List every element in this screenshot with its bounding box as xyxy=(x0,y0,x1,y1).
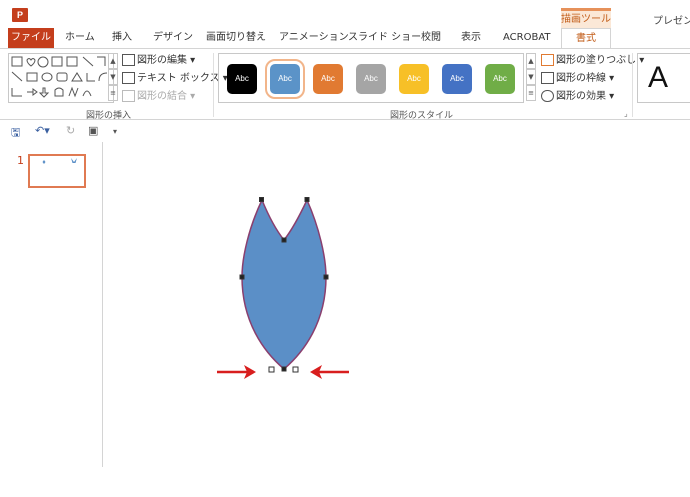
edit-shape-icon xyxy=(122,54,135,66)
shape-fill-button[interactable]: 図形の塗りつぶし ▾ xyxy=(541,53,644,69)
slide-thumbnail[interactable] xyxy=(28,154,86,188)
group-separator xyxy=(213,53,214,117)
powerpoint-app-icon[interactable]: P xyxy=(12,8,28,22)
undo-icon[interactable]: ↶▾ xyxy=(35,124,50,137)
paint-bucket-icon xyxy=(541,54,554,66)
style-swatch-2[interactable]: Abc xyxy=(313,64,343,94)
style-swatch-1[interactable]: Abc xyxy=(265,59,305,99)
styles-gallery-scroll-down[interactable]: ▼ xyxy=(526,69,536,85)
tab-slideshow[interactable]: スライド ショー xyxy=(348,28,421,48)
tab-home[interactable]: ホーム xyxy=(65,28,95,48)
slide-drawing xyxy=(217,197,349,379)
wordart-style-preview[interactable]: A xyxy=(637,53,690,103)
tab-transitions[interactable]: 画面切り替え xyxy=(206,28,266,48)
pen-icon xyxy=(541,72,554,84)
insert-shapes-group-label: 図形の挿入 xyxy=(86,111,132,121)
dialog-launcher-icon[interactable]: ⌟ xyxy=(624,109,628,118)
shapes-gallery-scroll-up[interactable]: ▲ xyxy=(108,53,118,69)
slide-canvas[interactable] xyxy=(104,142,690,497)
shapes-gallery-more[interactable]: ≡ xyxy=(108,85,118,101)
style-swatch-6[interactable]: Abc xyxy=(485,64,515,94)
tab-file[interactable]: ファイル xyxy=(8,28,54,48)
window-title: プレゼンテ xyxy=(653,16,690,27)
tulip-shape[interactable] xyxy=(241,198,327,370)
style-swatch-3[interactable]: Abc xyxy=(356,64,386,94)
slide-thumbnail-preview xyxy=(42,158,77,164)
style-swatch-0[interactable]: Abc xyxy=(227,64,257,94)
shape-styles-group-label: 図形のスタイル xyxy=(390,111,454,121)
tab-insert[interactable]: 挿入 xyxy=(112,28,132,48)
tab-review[interactable]: 校閲 xyxy=(421,28,441,48)
effects-icon xyxy=(541,90,554,102)
shape-styles-gallery[interactable]: Abc Abc Abc Abc Abc Abc Abc xyxy=(218,53,524,103)
shapes-gallery-icons xyxy=(11,56,108,98)
tab-design[interactable]: デザイン xyxy=(153,28,193,48)
drawing-tools-context-header: 描画ツール xyxy=(561,8,611,29)
ribbon-tab-bar: ファイル ホーム 挿入 デザイン 画面切り替え アニメーション スライド ショー… xyxy=(0,28,690,49)
text-box-button[interactable]: テキスト ボックス ▾ xyxy=(122,71,228,87)
text-box-label: テキスト ボックス xyxy=(137,73,220,84)
shape-effects-label: 図形の効果 xyxy=(556,91,606,102)
save-icon[interactable]: 🖫 xyxy=(11,124,20,143)
quick-access-toolbar: 🖫 ↶▾ ↻ ▣ ▾ xyxy=(0,121,690,141)
style-swatch-4[interactable]: Abc xyxy=(399,64,429,94)
shape-fill-label: 図形の塗りつぶし xyxy=(556,55,637,66)
merge-shapes-label: 図形の結合 xyxy=(137,91,187,102)
merge-shapes-button[interactable]: 図形の結合 ▾ xyxy=(122,89,195,105)
tab-view[interactable]: 表示 xyxy=(461,28,481,48)
style-swatch-5[interactable]: Abc xyxy=(442,64,472,94)
tab-acrobat[interactable]: ACROBAT xyxy=(503,28,551,48)
tab-format[interactable]: 書式 xyxy=(561,28,611,49)
customize-toolbar-icon[interactable]: ▾ xyxy=(113,127,117,136)
shape-outline-label: 図形の枠線 xyxy=(556,73,606,84)
shapes-gallery[interactable] xyxy=(8,53,114,103)
group-separator xyxy=(632,53,633,117)
styles-gallery-more[interactable]: ≡ xyxy=(526,85,536,101)
edit-shape-button[interactable]: 図形の編集 ▾ xyxy=(122,53,195,69)
ribbon: ▲ ▼ ≡ 図形の編集 ▾ テキスト ボックス ▾ 図形の結合 ▾ 図形の挿入 … xyxy=(0,48,690,121)
slide-number: 1 xyxy=(17,154,24,167)
edit-shape-label: 図形の編集 xyxy=(137,55,187,66)
styles-gallery-scroll-up[interactable]: ▲ xyxy=(526,53,536,69)
text-box-icon xyxy=(122,72,135,84)
shape-effects-button[interactable]: 図形の効果 ▾ xyxy=(541,89,614,105)
merge-shapes-icon xyxy=(122,90,135,102)
title-bar: P 描画ツール プレゼンテ xyxy=(0,0,690,29)
shape-outline-button[interactable]: 図形の枠線 ▾ xyxy=(541,71,614,87)
redo-icon[interactable]: ↻ xyxy=(66,124,75,137)
start-slideshow-icon[interactable]: ▣ xyxy=(88,124,98,137)
slide-thumbnail-pane: 1 xyxy=(7,142,103,467)
tab-animations[interactable]: アニメーション xyxy=(279,28,349,48)
shapes-gallery-scroll-down[interactable]: ▼ xyxy=(108,69,118,85)
